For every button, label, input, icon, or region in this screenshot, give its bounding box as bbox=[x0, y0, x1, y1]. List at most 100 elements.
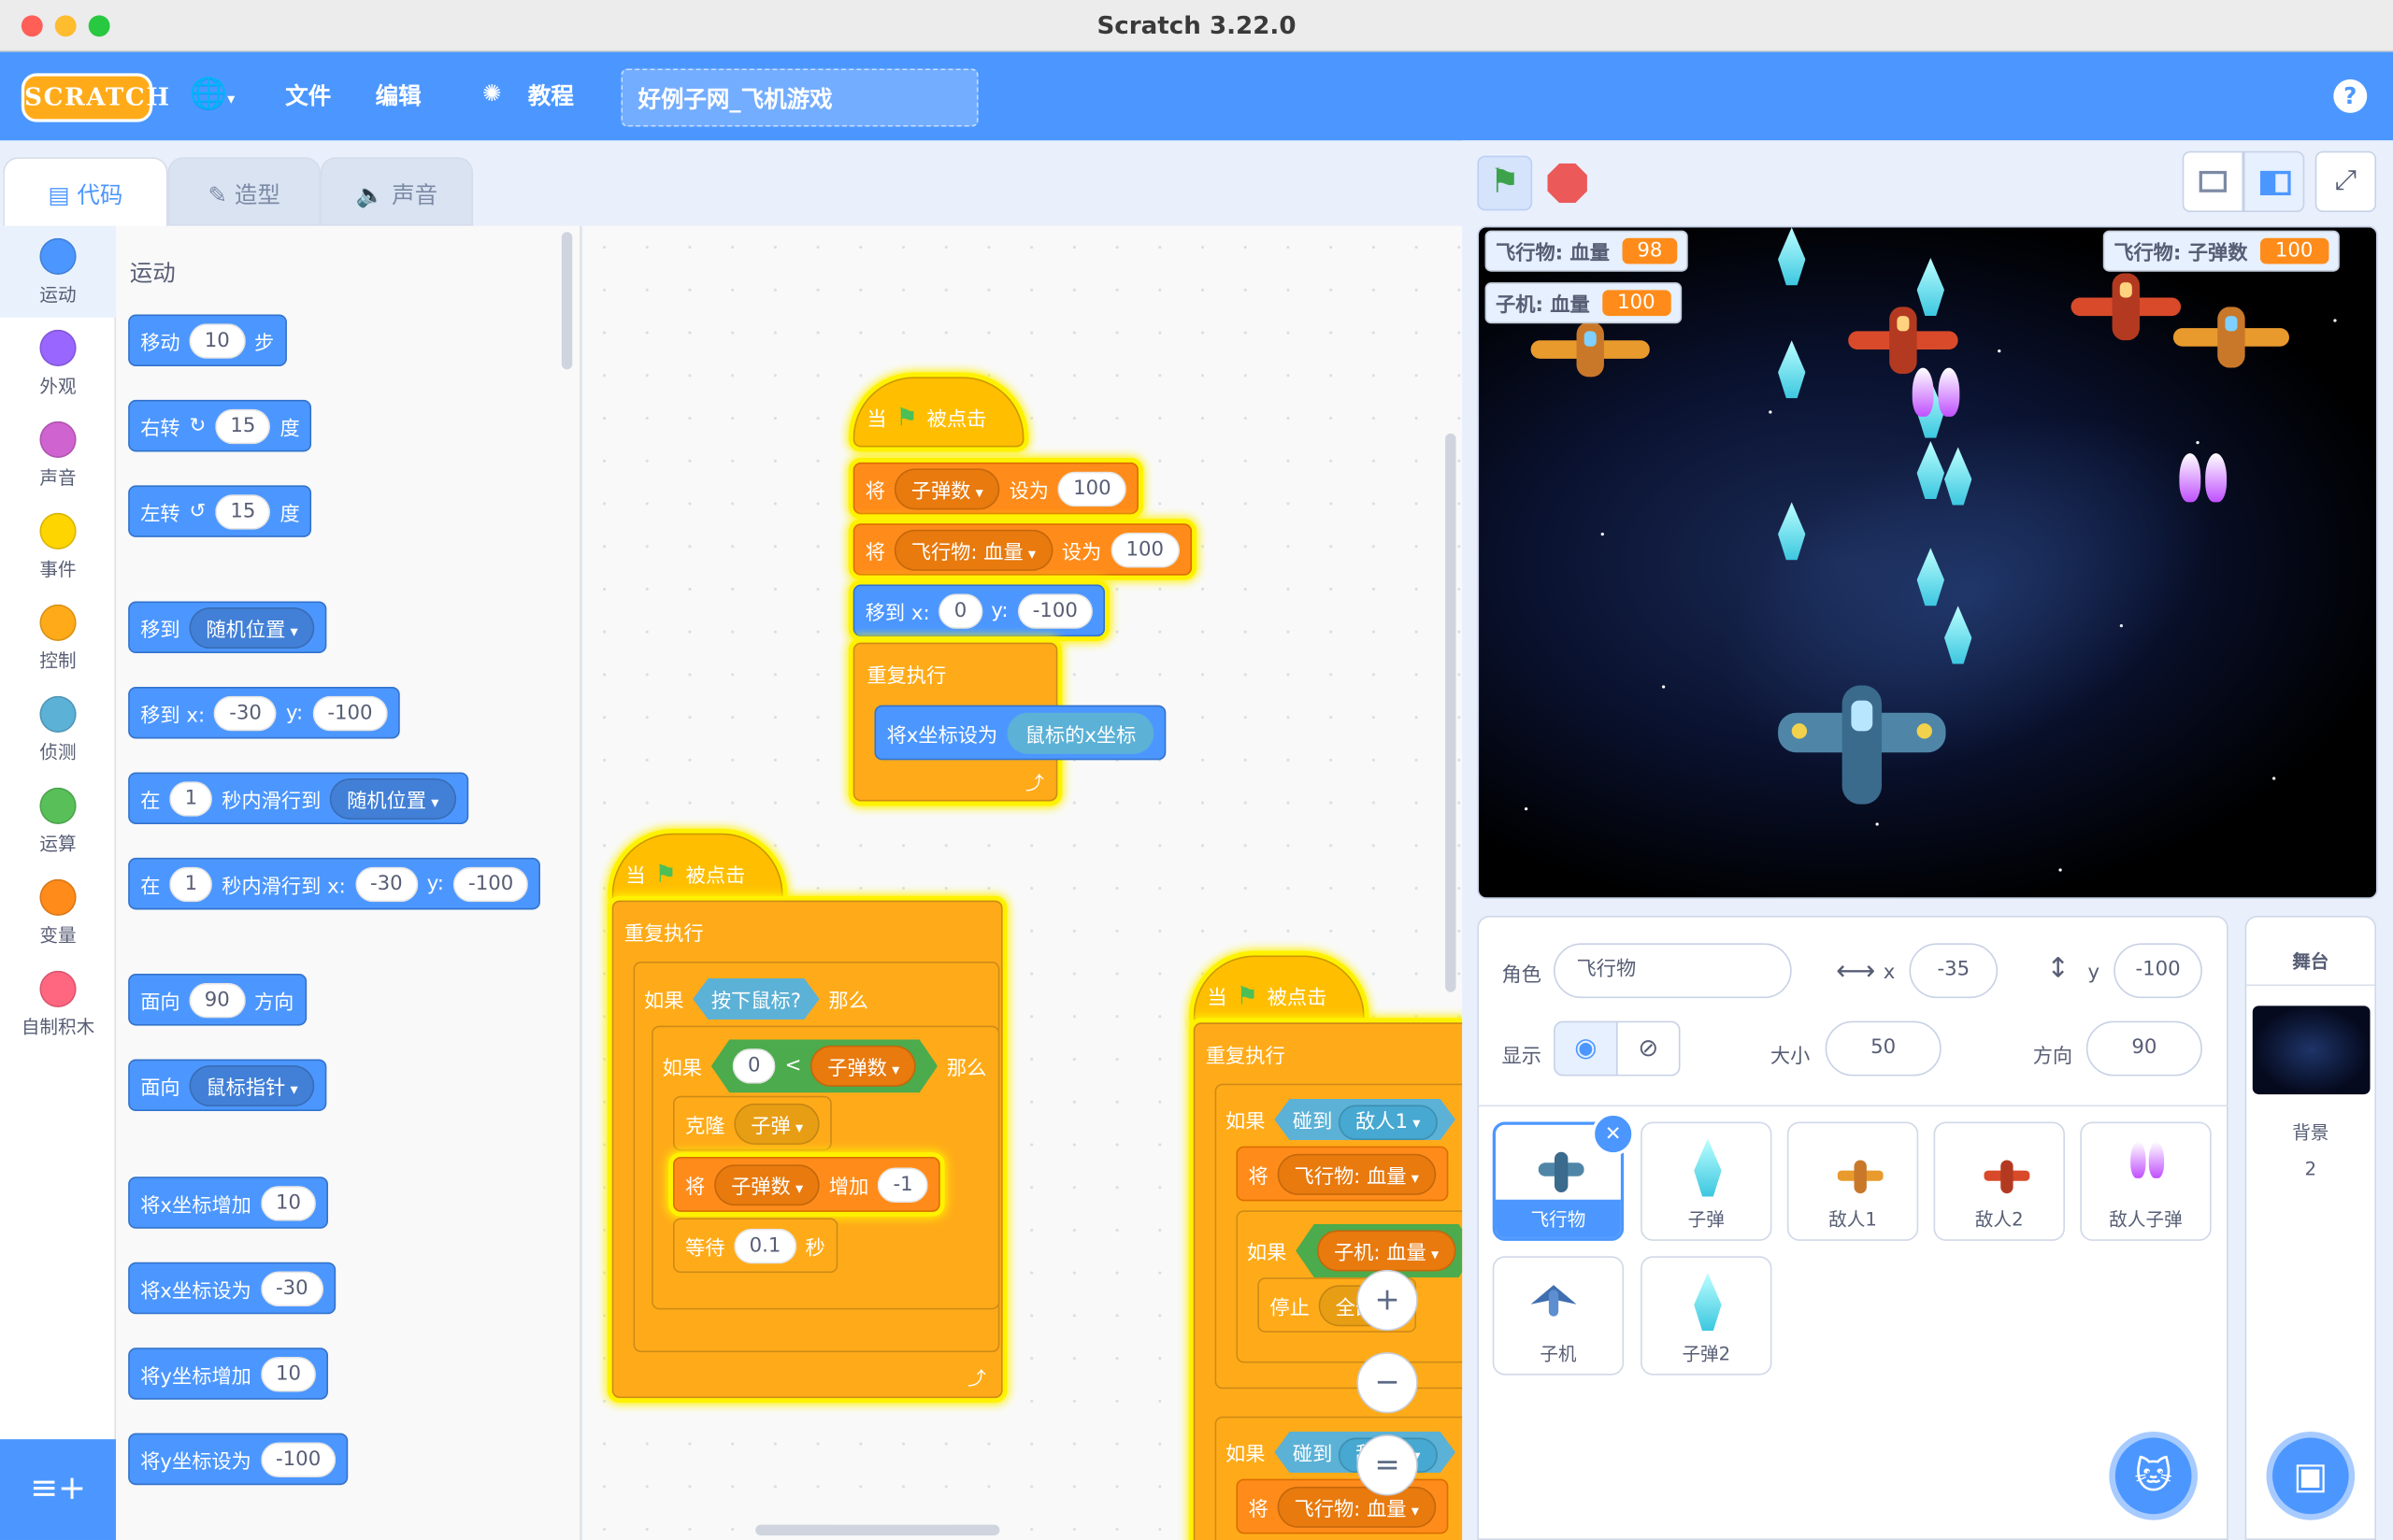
y-input[interactable]: -100 bbox=[2114, 943, 2202, 999]
value-input[interactable]: 100 bbox=[1111, 532, 1180, 567]
tab-code[interactable]: ▤ 代码 bbox=[3, 157, 168, 228]
x-input[interactable]: -30 bbox=[354, 865, 418, 902]
x-input[interactable]: 0 bbox=[939, 592, 982, 629]
variable-dropdown[interactable]: 飞行物: 血量 bbox=[1277, 1486, 1436, 1528]
degrees-input[interactable]: 15 bbox=[215, 407, 271, 444]
workspace-horizontal-scrollbar[interactable] bbox=[755, 1524, 1000, 1536]
add-extension-button[interactable]: ≡+ bbox=[0, 1439, 117, 1540]
category-events[interactable]: 事件 bbox=[0, 501, 116, 592]
block-create-clone[interactable]: 克隆 子弹 bbox=[672, 1095, 833, 1151]
tutorials-menu[interactable]: 教程 bbox=[528, 79, 574, 111]
block-goto-xy[interactable]: 移到 x: 0 y: -100 bbox=[853, 584, 1106, 637]
edit-menu[interactable]: 编辑 bbox=[376, 79, 422, 111]
block-change-variable[interactable]: 将子弹数增加 -1 bbox=[672, 1157, 941, 1212]
direction-input[interactable]: 90 bbox=[2085, 1020, 2202, 1077]
x-input[interactable]: -35 bbox=[1909, 943, 1999, 999]
choose-sprite-button[interactable]: 🐱 bbox=[2109, 1432, 2199, 1520]
direction-input[interactable]: 90 bbox=[189, 982, 246, 1018]
help-icon[interactable]: ? bbox=[2333, 78, 2368, 113]
hide-button[interactable]: ⊘ bbox=[1615, 1020, 1681, 1077]
project-title-input[interactable]: 好例子网_飞机游戏 bbox=[621, 68, 979, 127]
sprite-tile-bullet[interactable]: 子弹 bbox=[1641, 1121, 1772, 1241]
sprite-tile-sub-plane[interactable]: 子机 bbox=[1492, 1256, 1625, 1376]
size-input[interactable]: 50 bbox=[1825, 1020, 1942, 1077]
block-set-y[interactable]: 将y坐标设为 -100 bbox=[128, 1433, 349, 1486]
category-motion[interactable]: 运动 bbox=[0, 225, 117, 318]
y-input[interactable]: -100 bbox=[452, 865, 529, 902]
backdrop-thumbnail[interactable] bbox=[2252, 1005, 2371, 1095]
touching-condition[interactable]: 碰到 敌人1 bbox=[1274, 1099, 1455, 1140]
small-stage-button[interactable] bbox=[2182, 150, 2243, 213]
when-flag-clicked-hat[interactable]: 当 ⚑ 被点击 bbox=[853, 377, 1025, 448]
towards-dropdown[interactable]: 鼠标指针 bbox=[189, 1064, 315, 1106]
block-turn-left[interactable]: 左转 ↺ 15 度 bbox=[128, 485, 312, 537]
degrees-input[interactable]: 15 bbox=[215, 493, 271, 529]
language-globe-icon[interactable]: 🌐▾ bbox=[189, 75, 235, 111]
sprite-tile-enemy2[interactable]: 敌人2 bbox=[1933, 1121, 2065, 1241]
value-input[interactable]: 100 bbox=[1057, 470, 1127, 506]
workspace-vertical-scrollbar[interactable] bbox=[1445, 433, 1456, 992]
variable-dropdown[interactable]: 子弹数 bbox=[894, 467, 1000, 509]
sprite-tile-bullet2[interactable]: 子弹2 bbox=[1641, 1256, 1772, 1376]
stage-canvas[interactable]: 飞行物: 血量 98 子机: 血量 100 飞行物: 子弹数 100 bbox=[1477, 225, 2378, 900]
block-point-towards[interactable]: 面向 鼠标指针 bbox=[128, 1059, 327, 1112]
y-input[interactable]: -100 bbox=[312, 694, 388, 731]
sub-health-reporter[interactable]: 子机: 血量 bbox=[1317, 1230, 1455, 1271]
category-sound[interactable]: 声音 bbox=[0, 409, 116, 501]
block-glide[interactable]: 在 1 秒内滑行到 随机位置 bbox=[128, 772, 468, 824]
palette-scrollbar[interactable] bbox=[561, 232, 573, 370]
monitor-player-health[interactable]: 飞行物: 血量 98 bbox=[1484, 230, 1689, 272]
script-workspace[interactable]: 当⚑被点击 将子弹数设为100 将飞行物: 血量设为100 移到 x:0y:-1… bbox=[582, 225, 1463, 1540]
category-my-blocks[interactable]: 自制积木 bbox=[0, 959, 116, 1050]
green-flag-button[interactable]: ⚑ bbox=[1477, 155, 1533, 211]
category-sensing[interactable]: 侦测 bbox=[0, 684, 116, 776]
when-flag-clicked-hat[interactable]: 当 ⚑ 被点击 bbox=[1193, 955, 1365, 1026]
mouse-x-reporter[interactable]: 鼠标的x坐标 bbox=[1007, 711, 1154, 754]
zoom-in-button[interactable]: + bbox=[1356, 1269, 1418, 1332]
stop-button[interactable] bbox=[1547, 163, 1587, 204]
glide-dropdown[interactable]: 随机位置 bbox=[330, 777, 456, 820]
x-change-input[interactable]: 10 bbox=[260, 1185, 317, 1220]
mouse-down-condition[interactable]: 按下鼠标? bbox=[693, 978, 819, 1020]
left-operand[interactable]: 0 bbox=[733, 1048, 776, 1084]
category-variables[interactable]: 变量 bbox=[0, 867, 116, 959]
monitor-player-bullets[interactable]: 飞行物: 子弹数 100 bbox=[2102, 230, 2340, 272]
block-turn-right[interactable]: 右转 ↻ 15 度 bbox=[128, 399, 312, 452]
value-input[interactable]: -1 bbox=[878, 1166, 929, 1203]
choose-backdrop-button[interactable]: ▣ bbox=[2266, 1432, 2356, 1520]
sprite-tile-enemy1[interactable]: 敌人1 bbox=[1786, 1121, 1919, 1241]
block-goto-xy[interactable]: 移到 x: -30 y: -100 bbox=[128, 686, 400, 739]
when-flag-clicked-hat[interactable]: 当 ⚑ 被点击 bbox=[611, 833, 783, 904]
block-set-x[interactable]: 将x坐标设为 鼠标的x坐标 bbox=[874, 705, 1168, 761]
seconds-input[interactable]: 1 bbox=[169, 780, 213, 816]
x-input[interactable]: -30 bbox=[213, 694, 278, 731]
variable-dropdown[interactable]: 飞行物: 血量 bbox=[1277, 1152, 1436, 1195]
variable-dropdown[interactable]: 飞行物: 血量 bbox=[894, 528, 1053, 571]
scratch-logo[interactable]: SCRATCH bbox=[21, 73, 169, 122]
comparison-operator[interactable]: 子机: 血量 bbox=[1296, 1224, 1462, 1277]
variable-dropdown[interactable]: 子弹数 bbox=[714, 1163, 821, 1205]
fullscreen-button[interactable]: ⤢ bbox=[2314, 150, 2377, 213]
y-input[interactable]: -100 bbox=[1017, 592, 1094, 629]
block-glide-xy[interactable]: 在 1 秒内滑行到 x: -30 y: -100 bbox=[128, 857, 541, 910]
y-set-input[interactable]: -100 bbox=[260, 1441, 337, 1477]
zoom-out-button[interactable]: − bbox=[1356, 1352, 1418, 1414]
category-looks[interactable]: 外观 bbox=[0, 318, 116, 409]
block-change-variable[interactable]: 将飞行物: 血量 bbox=[1236, 1146, 1448, 1202]
category-control[interactable]: 控制 bbox=[0, 592, 116, 684]
block-goto[interactable]: 移到 随机位置 bbox=[128, 601, 327, 654]
large-stage-button[interactable] bbox=[2243, 150, 2305, 213]
less-than-operator[interactable]: 0 < 子弹数 bbox=[711, 1039, 938, 1092]
sprite-tile-enemy-bullet[interactable]: 敌人子弹 bbox=[2080, 1121, 2212, 1241]
block-change-y[interactable]: 将y坐标增加 10 bbox=[128, 1348, 329, 1400]
delete-sprite-button[interactable]: ✕ bbox=[1591, 1112, 1635, 1156]
goto-dropdown[interactable]: 随机位置 bbox=[189, 606, 315, 649]
seconds-input[interactable]: 1 bbox=[169, 865, 213, 902]
monitor-sub-health[interactable]: 子机: 血量 100 bbox=[1484, 282, 1682, 324]
block-set-variable[interactable]: 将子弹数设为 100 bbox=[853, 462, 1139, 515]
block-change-variable[interactable]: 将飞行物: 血量 bbox=[1236, 1478, 1448, 1534]
block-set-variable[interactable]: 将飞行物: 血量设为 100 bbox=[853, 523, 1192, 576]
block-change-x[interactable]: 将x坐标增加 10 bbox=[128, 1176, 329, 1229]
tab-sounds[interactable]: 🔈 声音 bbox=[320, 157, 474, 226]
block-wait[interactable]: 等待 0.1 秒 bbox=[672, 1218, 838, 1274]
